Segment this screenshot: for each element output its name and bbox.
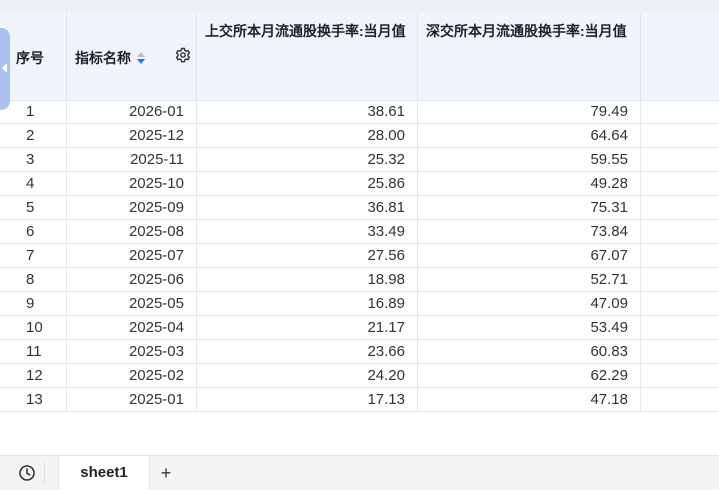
cell-date[interactable]: 2025-03: [67, 340, 197, 363]
table-row[interactable]: 1 2026-01 38.61 79.49: [0, 100, 719, 124]
header-index-label: 序号: [16, 50, 44, 66]
cell-index[interactable]: 11: [0, 340, 67, 363]
cell-date[interactable]: 2025-05: [67, 292, 197, 315]
cell-sz-turnover[interactable]: 67.07: [418, 244, 641, 267]
spreadsheet-grid: 序号 指标名称 上交所本月流通股换手率:当月值 深交所本月流通股换手率:当月值: [0, 0, 719, 455]
table-row[interactable]: 12 2025-02 24.20 62.29: [0, 364, 719, 388]
cell-empty[interactable]: [641, 124, 719, 147]
cell-date[interactable]: 2025-12: [67, 124, 197, 147]
header-sz-turnover-label: 深交所本月流通股换手率:当月值: [426, 23, 627, 39]
cell-empty[interactable]: [641, 364, 719, 387]
cell-sh-turnover[interactable]: 18.98: [197, 268, 418, 291]
header-sh-turnover[interactable]: 上交所本月流通股换手率:当月值: [197, 12, 418, 100]
cell-sz-turnover[interactable]: 62.29: [418, 364, 641, 387]
table-row[interactable]: 10 2025-04 21.17 53.49: [0, 316, 719, 340]
cell-date[interactable]: 2025-04: [67, 316, 197, 339]
cell-empty[interactable]: [641, 220, 719, 243]
cell-sh-turnover[interactable]: 27.56: [197, 244, 418, 267]
header-indicator-name[interactable]: 指标名称: [67, 12, 197, 100]
table-row[interactable]: 9 2025-05 16.89 47.09: [0, 292, 719, 316]
cell-sz-turnover[interactable]: 60.83: [418, 340, 641, 363]
cell-index[interactable]: 12: [0, 364, 67, 387]
cell-date[interactable]: 2025-09: [67, 196, 197, 219]
table-row[interactable]: 13 2025-01 17.13 47.18: [0, 388, 719, 412]
cell-sh-turnover[interactable]: 21.17: [197, 316, 418, 339]
cell-date[interactable]: 2025-08: [67, 220, 197, 243]
cell-index[interactable]: 10: [0, 316, 67, 339]
cell-sh-turnover[interactable]: 16.89: [197, 292, 418, 315]
header-empty: [641, 12, 719, 100]
cell-sh-turnover[interactable]: 17.13: [197, 388, 418, 411]
table-row[interactable]: 8 2025-06 18.98 52.71: [0, 268, 719, 292]
cell-sz-turnover[interactable]: 52.71: [418, 268, 641, 291]
cell-sz-turnover[interactable]: 73.84: [418, 220, 641, 243]
cell-sz-turnover[interactable]: 47.09: [418, 292, 641, 315]
cell-index[interactable]: 8: [0, 268, 67, 291]
cell-date[interactable]: 2025-02: [67, 364, 197, 387]
cell-empty[interactable]: [641, 316, 719, 339]
cell-sh-turnover[interactable]: 23.66: [197, 340, 418, 363]
cell-sh-turnover[interactable]: 24.20: [197, 364, 418, 387]
cell-date[interactable]: 2026-01: [67, 100, 197, 123]
cell-sz-turnover[interactable]: 79.49: [418, 100, 641, 123]
cell-empty[interactable]: [641, 148, 719, 171]
header-sh-turnover-label: 上交所本月流通股换手率:当月值: [205, 23, 406, 39]
cell-sz-turnover[interactable]: 49.28: [418, 172, 641, 195]
cell-sh-turnover[interactable]: 25.32: [197, 148, 418, 171]
table-body: 1 2026-01 38.61 79.49 2 2025-12 28.00 64…: [0, 100, 719, 412]
cell-empty[interactable]: [641, 292, 719, 315]
cell-index[interactable]: 13: [0, 388, 67, 411]
cell-sz-turnover[interactable]: 47.18: [418, 388, 641, 411]
cell-sh-turnover[interactable]: 28.00: [197, 124, 418, 147]
header-sz-turnover[interactable]: 深交所本月流通股换手率:当月值: [418, 12, 641, 100]
cell-index[interactable]: 7: [0, 244, 67, 267]
cell-index[interactable]: 1: [0, 100, 67, 123]
sort-icon[interactable]: [137, 52, 145, 64]
header-indicator-name-label: 指标名称: [75, 50, 131, 66]
collapse-panel-handle[interactable]: [0, 28, 10, 110]
cell-date[interactable]: 2025-06: [67, 268, 197, 291]
cell-empty[interactable]: [641, 340, 719, 363]
gear-icon[interactable]: [175, 47, 191, 63]
table-row[interactable]: 6 2025-08 33.49 73.84: [0, 220, 719, 244]
cell-empty[interactable]: [641, 100, 719, 123]
history-button[interactable]: [10, 462, 45, 484]
cell-empty[interactable]: [641, 172, 719, 195]
cell-index[interactable]: 6: [0, 220, 67, 243]
cell-date[interactable]: 2025-11: [67, 148, 197, 171]
cell-index[interactable]: 3: [0, 148, 67, 171]
chevron-left-icon: [2, 63, 7, 73]
cell-index[interactable]: 5: [0, 196, 67, 219]
add-sheet-button[interactable]: +: [152, 456, 180, 490]
clock-icon: [19, 465, 35, 481]
table-row[interactable]: 5 2025-09 36.81 75.31: [0, 196, 719, 220]
table-row[interactable]: 11 2025-03 23.66 60.83: [0, 340, 719, 364]
cell-empty[interactable]: [641, 268, 719, 291]
cell-sh-turnover[interactable]: 36.81: [197, 196, 418, 219]
cell-sz-turnover[interactable]: 64.64: [418, 124, 641, 147]
table-row[interactable]: 7 2025-07 27.56 67.07: [0, 244, 719, 268]
column-header-row: 序号 指标名称 上交所本月流通股换手率:当月值 深交所本月流通股换手率:当月值: [0, 12, 719, 101]
table-row[interactable]: 4 2025-10 25.86 49.28: [0, 172, 719, 196]
tab-sheet1[interactable]: sheet1: [58, 456, 150, 490]
header-index[interactable]: 序号: [0, 12, 67, 100]
cell-date[interactable]: 2025-01: [67, 388, 197, 411]
cell-sh-turnover[interactable]: 38.61: [197, 100, 418, 123]
cell-empty[interactable]: [641, 244, 719, 267]
cell-empty[interactable]: [641, 388, 719, 411]
cell-sh-turnover[interactable]: 33.49: [197, 220, 418, 243]
cell-empty[interactable]: [641, 196, 719, 219]
cell-sz-turnover[interactable]: 75.31: [418, 196, 641, 219]
cell-date[interactable]: 2025-10: [67, 172, 197, 195]
table-row[interactable]: 2 2025-12 28.00 64.64: [0, 124, 719, 148]
table-row[interactable]: 3 2025-11 25.32 59.55: [0, 148, 719, 172]
cell-index[interactable]: 4: [0, 172, 67, 195]
cell-sz-turnover[interactable]: 59.55: [418, 148, 641, 171]
cell-sh-turnover[interactable]: 25.86: [197, 172, 418, 195]
cell-index[interactable]: 9: [0, 292, 67, 315]
sheet-tab-bar: sheet1 +: [0, 455, 719, 490]
cell-sz-turnover[interactable]: 53.49: [418, 316, 641, 339]
cell-index[interactable]: 2: [0, 124, 67, 147]
cell-date[interactable]: 2025-07: [67, 244, 197, 267]
